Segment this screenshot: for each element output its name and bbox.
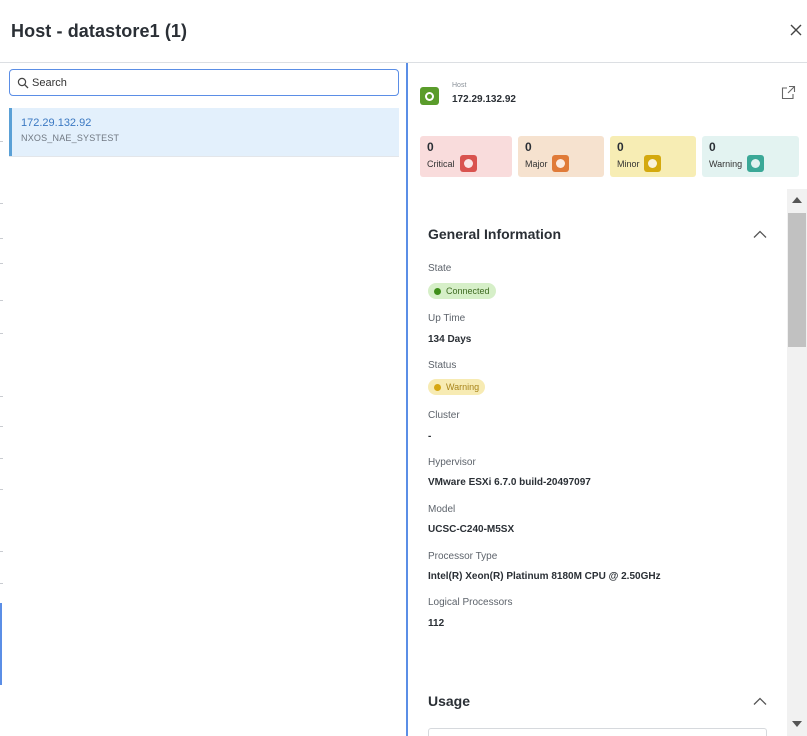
warning-icon <box>747 155 764 172</box>
major-count: 0 <box>525 140 532 154</box>
background-accent-bar <box>0 603 2 685</box>
host-name: 172.29.132.92 <box>452 94 516 105</box>
critical-icon <box>460 155 477 172</box>
processor-type-label: Processor Type <box>428 551 498 562</box>
search-icon <box>17 77 29 89</box>
host-list-item-title: 172.29.132.92 <box>21 117 92 129</box>
minor-count: 0 <box>617 140 624 154</box>
minor-icon <box>644 155 661 172</box>
chevron-up-icon[interactable] <box>752 229 768 239</box>
major-label: Major <box>525 159 548 169</box>
dialog-title: Host - datastore1 (1) <box>11 21 188 41</box>
state-label: State <box>428 263 452 274</box>
model-label: Model <box>428 504 456 515</box>
state-badge: Connected <box>428 283 496 299</box>
usage-title: Usage <box>428 693 471 709</box>
uptime-label: Up Time <box>428 313 466 324</box>
model-value: UCSC-C240-M5SX <box>428 524 515 535</box>
critical-count: 0 <box>427 140 434 154</box>
host-detail-pane: Host 172.29.132.92 0 Critical 0 Major 0 … <box>408 63 807 736</box>
hypervisor-value: VMware ESXi 6.7.0 build-20497097 <box>428 477 591 488</box>
hypervisor-label: Hypervisor <box>428 457 476 468</box>
critical-count-card[interactable]: 0 Critical <box>420 136 512 177</box>
chevron-up-icon[interactable] <box>752 696 768 706</box>
list-divider <box>9 156 399 157</box>
major-count-card[interactable]: 0 Major <box>518 136 604 177</box>
host-icon <box>420 87 439 105</box>
host-type-label: Host <box>452 82 467 89</box>
close-icon[interactable] <box>788 22 804 38</box>
status-badge: Warning <box>428 379 486 395</box>
uptime-value: 134 Days <box>428 334 472 345</box>
scrollbar-thumb[interactable] <box>788 213 806 347</box>
processor-type-value: Intel(R) Xeon(R) Platinum 8180M CPU @ 2.… <box>428 571 661 582</box>
cluster-label: Cluster <box>428 410 460 421</box>
cluster-value: - <box>428 431 432 442</box>
search-input[interactable] <box>32 73 392 92</box>
warning-count-card[interactable]: 0 Warning <box>702 136 799 177</box>
scroll-down-arrow-icon[interactable] <box>792 721 802 727</box>
minor-count-card[interactable]: 0 Minor <box>610 136 696 177</box>
major-icon <box>552 155 569 172</box>
usage-panel <box>428 728 767 736</box>
minor-label: Minor <box>617 159 640 169</box>
critical-label: Critical <box>427 159 455 169</box>
search-box[interactable] <box>9 69 399 96</box>
logical-processors-value: 112 <box>428 618 445 629</box>
host-list-item-subtitle: NXOS_NAE_SYSTEST <box>21 133 120 143</box>
logical-processors-label: Logical Processors <box>428 597 513 608</box>
host-list-item[interactable]: 172.29.132.92 NXOS_NAE_SYSTEST <box>9 108 399 156</box>
detail-scrollbar[interactable] <box>787 189 807 736</box>
warning-count: 0 <box>709 140 716 154</box>
warning-label: Warning <box>709 159 743 169</box>
external-link-icon[interactable] <box>781 85 796 100</box>
host-list-pane: 172.29.132.92 NXOS_NAE_SYSTEST <box>0 63 406 736</box>
status-label: Status <box>428 360 457 371</box>
scroll-up-arrow-icon[interactable] <box>792 197 802 203</box>
dialog-header: Host - datastore1 (1) <box>0 0 807 63</box>
general-information-title: General Information <box>428 226 562 242</box>
